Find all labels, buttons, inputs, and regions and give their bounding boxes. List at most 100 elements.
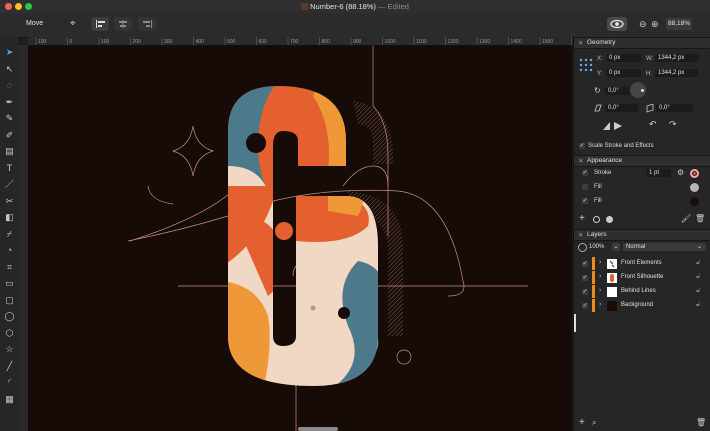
crop-tool-icon[interactable]: ⌗ — [4, 262, 15, 273]
layers-header[interactable]: ✕ Layers — [574, 229, 710, 241]
layer-thumbnail — [607, 301, 617, 311]
trash-icon[interactable]: 🗑 — [695, 214, 705, 223]
zoom-level-field[interactable]: 88,18% — [666, 18, 692, 30]
appearance-visibility-checkbox[interactable]: ✓ — [582, 198, 588, 204]
lock-icon[interactable]: 🔓︎ — [696, 287, 701, 295]
ruler-tick-label: 500 — [227, 39, 236, 45]
align-center-button[interactable] — [114, 17, 132, 31]
ellipse-tool-icon[interactable]: ◯ — [4, 311, 15, 322]
vector-brush-tool-icon[interactable]: ✐ — [4, 130, 15, 141]
appearance-visibility-checkbox[interactable] — [582, 184, 588, 190]
move-tool-icon[interactable]: ➤ — [4, 47, 15, 58]
gradient-tool-icon[interactable]: ▤ — [4, 146, 15, 157]
layer-visibility-checkbox[interactable]: ✓ — [582, 303, 588, 309]
appearance-row[interactable]: Fill — [574, 182, 710, 194]
layer-name[interactable]: Front Silhouette — [621, 274, 663, 280]
width-field[interactable]: 1344,2 px — [655, 54, 698, 62]
preview-toggle-button[interactable] — [607, 17, 627, 31]
add-stroke-icon[interactable] — [593, 216, 600, 223]
chevron-right-icon[interactable]: › — [599, 301, 601, 308]
add-layer-icon[interactable]: + — [579, 417, 585, 428]
eraser-tool-icon[interactable]: ◧ — [4, 212, 15, 223]
chevron-right-icon[interactable]: › — [599, 259, 601, 266]
add-icon[interactable]: + — [579, 213, 585, 224]
layer-item[interactable]: ✓ › Background 🔓︎ — [578, 299, 708, 312]
color-swatch[interactable] — [690, 169, 699, 178]
lock-icon[interactable]: 🔓︎ — [696, 259, 701, 267]
line-tool-icon[interactable]: ╱ — [4, 361, 15, 372]
color-swatch[interactable] — [690, 183, 699, 192]
layer-visibility-checkbox[interactable]: ✓ — [582, 275, 588, 281]
layer-visibility-checkbox[interactable]: ✓ — [582, 289, 588, 295]
rounded-rectangle-tool-icon[interactable]: ▢ — [4, 295, 15, 306]
close-icon[interactable]: ✕ — [578, 157, 583, 165]
brush-icon[interactable]: 🖌 — [681, 214, 691, 223]
appearance-label: Stroke — [594, 170, 612, 176]
eyedropper-tool-icon[interactable]: ⌿ — [4, 229, 15, 240]
stroke-width-field[interactable]: 1 pt — [646, 169, 671, 177]
artboard-tool-icon[interactable]: ▦ — [4, 394, 15, 405]
appearance-row[interactable]: ✓ Stroke 1 pt ⚙ — [574, 168, 710, 180]
zoom-out-icon[interactable]: ⊖ — [639, 19, 647, 30]
ruler-tick-label: 800 — [322, 39, 331, 45]
close-icon[interactable]: ✕ — [578, 231, 583, 239]
blend-mode-value: Normal — [626, 244, 646, 250]
layer-item[interactable]: ✓ › Front Silhouette 🔓︎ — [578, 271, 708, 284]
rotate-left-icon[interactable]: ↶ — [649, 119, 657, 130]
direct-select-tool-icon[interactable]: ↖ — [4, 64, 15, 75]
zoom-in-icon[interactable]: ⊕ — [651, 19, 659, 30]
y-field[interactable]: 0 px — [606, 69, 641, 77]
layer-item[interactable]: ✓ › Front Elements 🔓︎ — [578, 257, 708, 270]
shear-y-icon — [646, 104, 654, 113]
lasso-tool-icon[interactable]: ◌ — [4, 80, 15, 91]
geometry-header[interactable]: ✕ Geometry — [574, 37, 710, 49]
shear-x-field[interactable]: 0,0° — [605, 104, 638, 112]
flip-horizontal-icon[interactable] — [601, 121, 625, 131]
color-swatch[interactable] — [690, 197, 699, 206]
fill-tool-icon[interactable]: ◔ — [4, 245, 15, 256]
appearance-visibility-checkbox[interactable]: ✓ — [582, 170, 588, 176]
star-tool-icon[interactable]: ☆ — [4, 344, 15, 355]
chevron-right-icon[interactable]: › — [599, 287, 601, 294]
blend-mode-select[interactable]: Normal ⌄ — [623, 243, 706, 251]
rotation-dial-handle[interactable] — [641, 89, 644, 92]
opacity-value[interactable]: 100% — [589, 244, 604, 250]
polygon-tool-icon[interactable]: ⬡ — [4, 328, 15, 339]
appearance-row[interactable]: ✓ Fill — [574, 196, 710, 208]
layer-name[interactable]: Front Elements — [621, 260, 662, 266]
rotate-right-icon[interactable]: ↷ — [669, 119, 677, 130]
pencil-tool-icon[interactable]: ／ — [4, 179, 15, 190]
chevron-right-icon[interactable]: › — [599, 273, 601, 280]
align-left-button[interactable] — [91, 17, 109, 31]
crosshair-icon[interactable]: ⌖ — [70, 19, 80, 29]
shear-y-field[interactable]: 0,0° — [656, 104, 693, 112]
canvas[interactable] — [28, 46, 572, 431]
pen-tool-icon[interactable]: ✒ — [4, 97, 15, 108]
align-right-button[interactable] — [138, 17, 156, 31]
lock-icon[interactable]: 🔓︎ — [696, 301, 701, 309]
x-field[interactable]: 0 px — [606, 54, 641, 62]
scissors-tool-icon[interactable]: ✂ — [4, 196, 15, 207]
ruler-tick-label: 100 — [38, 39, 47, 45]
search-icon[interactable]: ⌕ — [592, 418, 596, 428]
height-field[interactable]: 1344,2 px — [655, 69, 698, 77]
rotation-field[interactable]: 0,0° — [605, 87, 630, 95]
text-tool-icon[interactable]: T — [4, 163, 15, 174]
chevron-down-icon[interactable]: ⌄ — [612, 243, 620, 251]
anchor-grid-icon[interactable] — [579, 58, 593, 72]
layer-name[interactable]: Behind Lines — [621, 288, 656, 294]
layer-name[interactable]: Background — [621, 302, 653, 308]
gear-icon[interactable]: ⚙ — [677, 168, 684, 177]
layer-item[interactable]: ✓ › Behind Lines 🔓︎ — [578, 285, 708, 298]
add-fill-icon[interactable] — [606, 216, 613, 223]
close-icon[interactable]: ✕ — [578, 39, 583, 47]
scale-stroke-checkbox[interactable]: ✓ — [579, 143, 585, 149]
horizontal-scrollbar[interactable] — [298, 427, 338, 431]
delete-layer-icon[interactable]: 🗑 — [696, 418, 706, 427]
appearance-header[interactable]: ✕ Appearance — [574, 155, 710, 167]
arc-tool-icon[interactable]: ◜ — [4, 377, 15, 388]
lock-icon[interactable]: 🔓︎ — [696, 273, 701, 281]
rectangle-tool-icon[interactable]: ▭ — [4, 278, 15, 289]
layer-visibility-checkbox[interactable]: ✓ — [582, 261, 588, 267]
brush-tool-icon[interactable]: ✎ — [4, 113, 15, 124]
